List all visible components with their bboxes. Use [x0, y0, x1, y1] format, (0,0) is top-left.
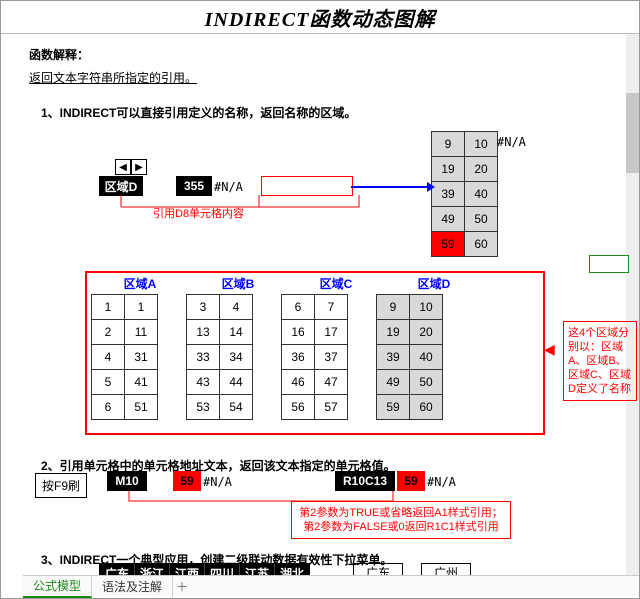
na-1: #N/A	[214, 180, 243, 194]
arrow-left-icon[interactable]: ◀	[115, 159, 131, 175]
arrow-left-red-icon: ◀	[544, 341, 555, 358]
rangeA-table: 11 211 431 541 651	[91, 294, 158, 420]
active-cell-cursor[interactable]	[589, 255, 629, 273]
explain-text: 返回文本字符串所指定的引用。	[29, 69, 639, 86]
rangeB-table: 34 1314 3334 4344 5354	[186, 294, 253, 420]
head-d: 区域D	[389, 275, 479, 292]
head-c: 区域C	[291, 275, 381, 292]
region-value-box: 355	[176, 176, 212, 196]
caption1: 引用D8单元格内容	[153, 205, 244, 221]
head-b: 区域B	[193, 275, 283, 292]
note-ranges: 这4个区域分别以：区域A、区域B、区域C、区域D定义了名称	[563, 321, 637, 401]
section1-heading: 1、INDIRECT可以直接引用定义的名称，返回名称的区域。	[41, 104, 639, 121]
r10c13-box: R10C13	[335, 471, 395, 491]
m10-box: M10	[107, 471, 147, 491]
tab-model[interactable]: 公式模型	[23, 575, 92, 598]
f9-button[interactable]: 按F9刷	[35, 473, 87, 498]
rangeD-top-table: 910 1920 3940 4950 5960	[431, 131, 498, 257]
arrow-right-icon[interactable]: ▶	[131, 159, 147, 175]
ranges-container: 区域A 区域B 区域C 区域D 11 211 431 541 651 34 13…	[85, 271, 545, 435]
v59-box-2: 59	[397, 471, 425, 491]
tab-syntax[interactable]: 语法及注解	[92, 576, 173, 597]
add-sheet-icon[interactable]: ＋	[173, 578, 191, 595]
na-top: #N/A	[497, 135, 526, 149]
red-empty-box	[261, 176, 353, 196]
na-2: #N/A	[203, 475, 232, 489]
sheet-tabs[interactable]: 公式模型 语法及注解 ＋	[23, 575, 640, 596]
rangeC-table: 67 1617 3637 4647 5657	[281, 294, 348, 420]
spinner-arrows[interactable]: ◀ ▶	[115, 159, 147, 175]
rangeD-table: 910 1920 3940 4950 5960	[376, 294, 443, 420]
region-name-box: 区域D	[99, 176, 143, 196]
explain-label: 函数解释：	[29, 46, 639, 63]
page-title: INDIRECT函数动态图解	[205, 3, 436, 32]
na-3: #N/A	[427, 475, 456, 489]
v59-box-1: 59	[173, 471, 201, 491]
note-param: 第2参数为TRUE或省略返回A1样式引用； 第2参数为FALSE或0返回R1C1…	[291, 501, 511, 539]
head-a: 区域A	[95, 275, 185, 292]
